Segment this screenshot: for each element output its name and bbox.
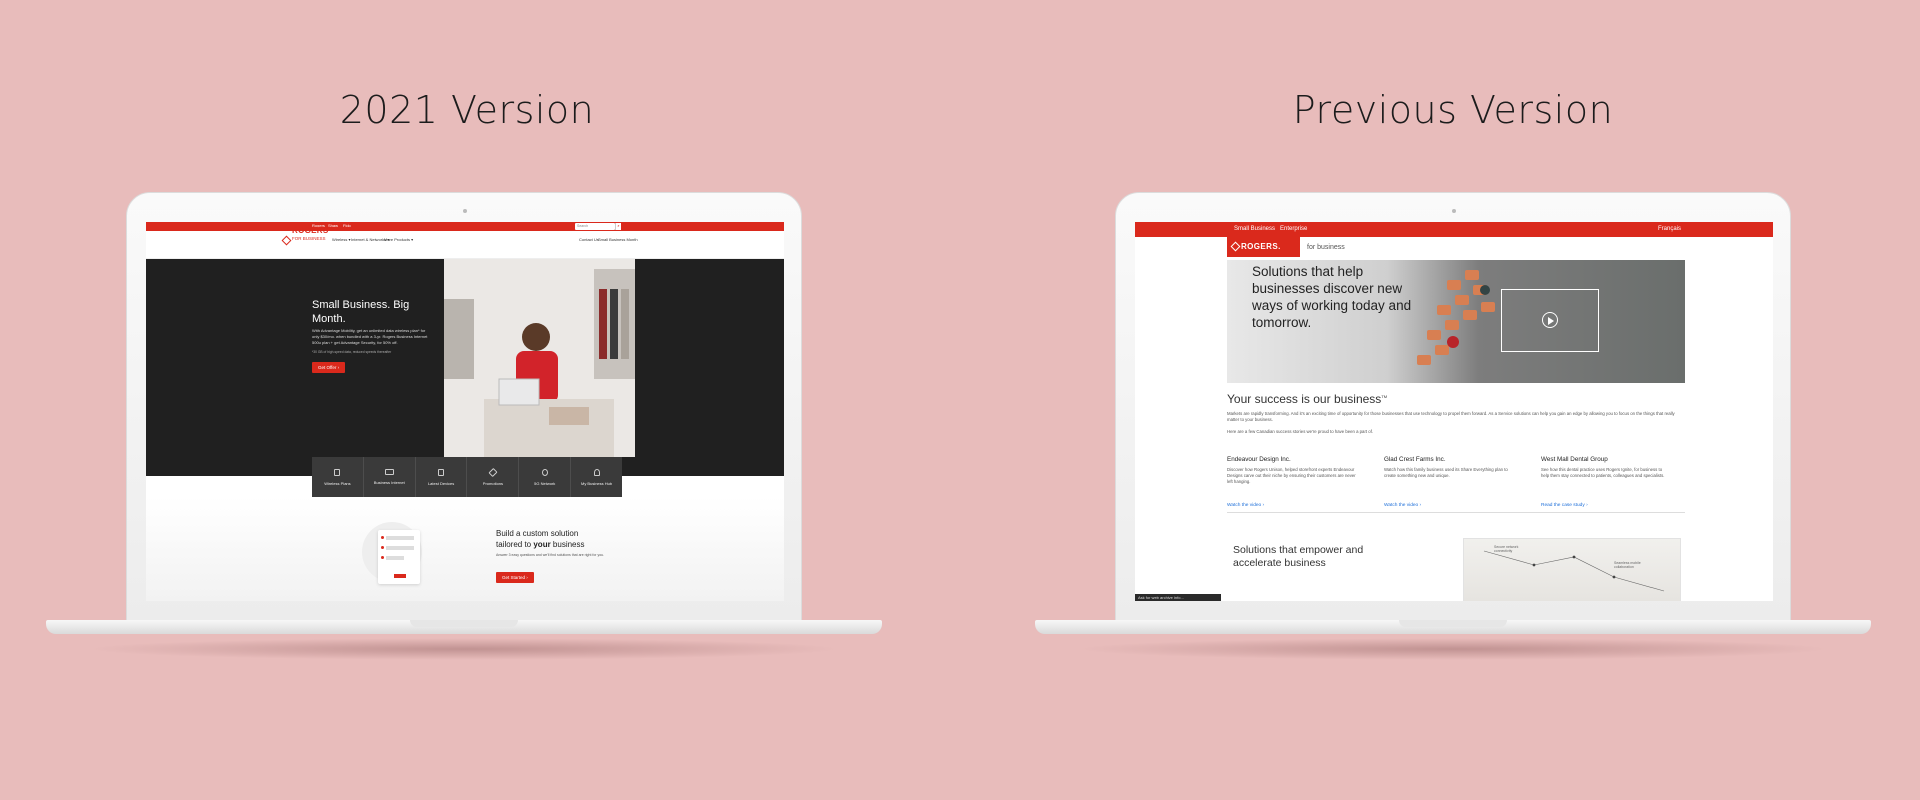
- laptop-lid: Small Business Enterprise Français ROGER…: [1115, 192, 1791, 624]
- logo-text[interactable]: ROGERS: [292, 226, 328, 235]
- laptop-2021: Rogers Shaw Fido Search ⌕ ROGERS FOR BUS…: [46, 192, 882, 660]
- story-link[interactable]: Read the case study ›: [1541, 503, 1671, 508]
- build-solution-title: Build a custom solution tailored to your…: [496, 528, 616, 550]
- build-title-bold: your: [533, 540, 551, 549]
- tile-label: Business Internet: [373, 480, 405, 485]
- logo-text[interactable]: ROGERS.: [1241, 242, 1281, 251]
- story-card: Endeavour Design Inc. Discover how Roger…: [1227, 456, 1357, 508]
- build-title-line2a: tailored to: [496, 540, 534, 549]
- top-link-fido[interactable]: Fido: [343, 223, 351, 228]
- tile-label: My Business Hub: [580, 480, 613, 486]
- laptop-notch: [410, 620, 518, 627]
- get-started-button[interactable]: Get Started ›: [496, 572, 534, 583]
- user-icon: [593, 468, 600, 476]
- hero-photo: [444, 259, 635, 457]
- tile-wireless-plans[interactable]: Wireless Plans: [312, 457, 364, 497]
- story-body: See how this dental practice uses Rogers…: [1541, 467, 1665, 478]
- tile-label: Wireless Plans: [324, 480, 351, 486]
- camera-dot: [1452, 209, 1456, 213]
- card-button-shape: [394, 574, 406, 578]
- screen-2021-site: Rogers Shaw Fido Search ⌕ ROGERS FOR BUS…: [146, 222, 784, 601]
- hero-body: With Advantage Mobility, get an unlimite…: [312, 328, 428, 345]
- nav-wireless[interactable]: Wireless ▾: [332, 237, 350, 242]
- story-card: Glad Crest Farms Inc. Watch how this fam…: [1384, 456, 1514, 508]
- story-link[interactable]: Watch the video ›: [1227, 503, 1357, 508]
- story-title: West Mall Dental Group: [1541, 456, 1608, 463]
- checkbox-icon: [381, 536, 384, 539]
- story-body: Watch how this family business used its …: [1384, 467, 1508, 478]
- story-body: Discover how Rogers Unison, helped store…: [1227, 467, 1356, 484]
- top-link-enterprise[interactable]: Enterprise: [1280, 226, 1307, 232]
- tile-label: Latest Devices: [427, 480, 455, 486]
- search-input[interactable]: Search: [575, 223, 615, 230]
- network-diagram-image: Secure network connectivity Seamless mob…: [1463, 538, 1681, 601]
- search-icon[interactable]: ⌕: [615, 223, 621, 230]
- logo-subtext: FOR BUSINESS: [292, 236, 326, 241]
- story-title: Glad Crest Farms Inc.: [1384, 456, 1446, 463]
- phone-icon: [334, 468, 341, 476]
- story-link[interactable]: Watch the video ›: [1384, 503, 1514, 508]
- trademark: TM: [1381, 394, 1388, 399]
- hero-headline: Solutions that help businesses discover …: [1252, 264, 1412, 330]
- tile-label: Promotions: [482, 480, 504, 486]
- story-card: West Mall Dental Group See how this dent…: [1541, 456, 1671, 508]
- heading-previous-version: Previous Version: [1292, 88, 1614, 132]
- hero-title: Small Business. Big Month.: [312, 299, 410, 325]
- story-title: Endeavour Design Inc.: [1227, 456, 1291, 463]
- hero-photo-illustration: [444, 259, 635, 457]
- laptop-shadow: [1075, 638, 1831, 660]
- map-label: Secure network connectivity: [1494, 545, 1519, 553]
- intro-paragraph-2: Here are a few Canadian success stories …: [1227, 429, 1374, 434]
- quick-links-bar: Wireless Plans Business Internet Latest …: [312, 457, 622, 497]
- hero-footnote: *30 GB of high-speed data, reduced speed…: [312, 350, 392, 354]
- intro-paragraph: Markets are rapidly transforming. And it…: [1227, 411, 1675, 422]
- tile-my-business-hub[interactable]: My Business Hub: [571, 457, 622, 497]
- laptop-previous: Small Business Enterprise Français ROGER…: [1035, 192, 1871, 660]
- tile-5g-network[interactable]: 5G Network: [519, 457, 572, 497]
- nav-more-products[interactable]: More Products ▾: [384, 237, 413, 242]
- empower-title: Solutions that empower and accelerate bu…: [1233, 544, 1364, 569]
- for-business-label: for business: [1307, 244, 1345, 251]
- checklist-line: [386, 546, 414, 550]
- main-nav: [146, 231, 784, 259]
- chat-bar[interactable]: Ask for web archive info...: [1135, 594, 1221, 601]
- get-offer-button[interactable]: Get Offer ›: [312, 362, 346, 373]
- checkbox-icon: [381, 546, 384, 549]
- play-icon[interactable]: [1542, 312, 1558, 328]
- build-solution-body: Answer 3 easy questions and we'll find s…: [496, 553, 605, 557]
- success-title: Your success is our businessTM: [1227, 392, 1387, 406]
- tag-icon: [488, 467, 498, 477]
- tile-business-internet[interactable]: Business Internet: [364, 457, 416, 497]
- laptop-shadow: [86, 638, 842, 660]
- checklist-line: [386, 556, 404, 560]
- top-utility-bar: [146, 222, 784, 231]
- laptop-lid: Rogers Shaw Fido Search ⌕ ROGERS FOR BUS…: [126, 192, 802, 624]
- laptop-notch: [1399, 620, 1507, 627]
- build-title-line2c: business: [550, 540, 585, 549]
- device-icon: [438, 468, 445, 476]
- checklist-card-icon: [378, 530, 420, 584]
- screen-previous-site: Small Business Enterprise Français ROGER…: [1135, 222, 1773, 601]
- heading-2021-version: 2021 Version: [339, 88, 595, 132]
- top-link-shaw[interactable]: Shaw: [328, 223, 338, 228]
- build-title-line1: Build a custom solution: [496, 529, 579, 538]
- nav-small-business-month[interactable]: Small Business Month: [598, 237, 638, 242]
- monitor-icon: [384, 469, 394, 475]
- success-title-text: Your success is our business: [1227, 392, 1382, 406]
- tile-label: 5G Network: [534, 480, 556, 486]
- section-divider: [1227, 512, 1685, 513]
- network-icon: [541, 468, 548, 476]
- camera-dot: [463, 209, 467, 213]
- language-toggle[interactable]: Français: [1658, 226, 1681, 232]
- nav-contact-us[interactable]: Contact Us: [579, 237, 599, 242]
- tile-promotions[interactable]: Promotions: [467, 457, 520, 497]
- build-solution-section: [146, 497, 784, 601]
- map-label: Seamless mobile collaboration: [1614, 561, 1641, 569]
- top-link-small-business[interactable]: Small Business: [1234, 226, 1275, 232]
- checkbox-icon: [381, 556, 384, 559]
- checklist-line: [386, 536, 414, 540]
- tile-latest-devices[interactable]: Latest Devices: [416, 457, 468, 497]
